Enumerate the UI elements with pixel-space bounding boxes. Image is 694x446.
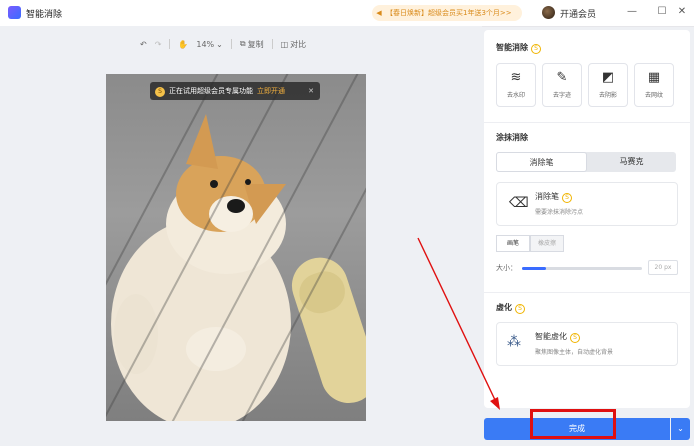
smart-blur-card[interactable]: ⁂ 智能虚化 S 聚焦图像主体，自动虚化背景	[496, 322, 678, 366]
canvas-toolbar: ↶ ↷ ✋ 14% ⌄ ⧉ 复制 ◫ 对比	[140, 36, 306, 52]
size-slider-fill	[522, 267, 546, 270]
coin-icon[interactable]: S	[515, 304, 525, 314]
copy-label: 复制	[247, 39, 264, 49]
paint-erase-title: 涂抹消除	[496, 133, 528, 142]
coin-icon: S	[155, 87, 165, 97]
brush-name-text: 消除笔	[535, 192, 559, 201]
smart-erase-title: 智能消除 S	[496, 42, 541, 54]
size-label: 大小：	[496, 264, 517, 272]
highlight-box	[530, 409, 616, 439]
title-bar: 智能消除 ◀ 【春日焕新】超级会员买1年送3个月>> 开通会员 — ☐ ✕	[0, 0, 694, 27]
remove-moire-button[interactable]: ▦ 去网纹	[634, 63, 674, 107]
paint-mode-tabs: 消除笔 马赛克	[496, 152, 676, 172]
tab-eraser-pen[interactable]: 消除笔	[496, 152, 587, 172]
brush-mode: 画笔 橡皮擦	[496, 235, 564, 252]
blur-card-name: 智能虚化 S	[535, 331, 580, 343]
promo-banner[interactable]: ◀ 【春日焕新】超级会员买1年送3个月>>	[372, 5, 522, 21]
size-value: 20	[654, 264, 663, 271]
toolbar-divider	[271, 39, 273, 49]
compare-icon: ◫	[280, 39, 289, 49]
tool-label: 去网纹	[644, 92, 663, 99]
eraser-pen-card[interactable]: ⌫ 消除笔 S 需要涂抹消除污点	[496, 182, 678, 226]
remove-handwriting-button[interactable]: ✎ 去字迹	[542, 63, 582, 107]
copy-icon: ⧉	[239, 39, 246, 48]
chevron-down-icon: ⌄	[216, 39, 223, 49]
promo-text: 【春日焕新】超级会员买1年送3个月>>	[386, 9, 512, 17]
vip-link[interactable]: 开通会员	[560, 7, 596, 20]
dog-illustration	[111, 114, 366, 421]
blur-card-name-text: 智能虚化	[535, 332, 567, 341]
tool-label: 去字迹	[552, 92, 571, 99]
compare-button[interactable]: ◫ 对比	[281, 39, 307, 50]
hand-icon[interactable]: ✋	[178, 40, 188, 49]
brush-desc: 需要涂抹消除污点	[535, 209, 584, 216]
avatar[interactable]	[542, 6, 555, 19]
trial-close-icon[interactable]: ✕	[308, 82, 314, 100]
toolbar-divider	[230, 39, 232, 49]
watermark-icon: ≋	[510, 70, 522, 85]
size-input[interactable]: 20 px	[648, 260, 678, 275]
compare-label: 对比	[290, 39, 307, 49]
tool-label: 去水印	[506, 92, 525, 99]
minimize-icon[interactable]: —	[624, 4, 640, 20]
size-slider[interactable]	[522, 267, 642, 270]
tool-label: 去阴影	[598, 92, 617, 99]
copy-button[interactable]: ⧉ 复制	[240, 39, 264, 50]
speaker-icon: ◀	[376, 9, 382, 17]
blur-icon: ⁂	[507, 334, 521, 350]
toolbar-divider	[169, 39, 171, 49]
zoom-select[interactable]: 14% ⌄	[196, 40, 222, 49]
tab-mosaic[interactable]: 马赛克	[587, 152, 676, 172]
shadow-icon: ◩	[601, 70, 615, 85]
undo-icon[interactable]: ↶	[140, 40, 147, 49]
mode-brush[interactable]: 画笔	[496, 235, 530, 252]
smart-tools: ≋ 去水印 ✎ 去字迹 ◩ 去阴影 ▦ 去网纹	[496, 63, 674, 107]
redo-icon[interactable]: ↷	[155, 40, 162, 49]
mode-eraser[interactable]: 橡皮擦	[530, 235, 564, 252]
app-logo-icon	[8, 6, 21, 19]
coin-icon: S	[562, 193, 572, 203]
section-divider	[484, 292, 690, 293]
done-dropdown-icon[interactable]: ⌄	[671, 418, 690, 440]
trial-text: 正在试用超级会员专属功能	[169, 87, 253, 95]
eraser-icon: ⌫	[509, 195, 529, 211]
remove-shadow-button[interactable]: ◩ 去阴影	[588, 63, 628, 107]
app-title: 智能消除	[26, 10, 63, 20]
trial-banner: S 正在试用超级会员专属功能 立即开通 ✕	[150, 82, 320, 100]
remove-watermark-button[interactable]: ≋ 去水印	[496, 63, 536, 107]
canvas-area: ↶ ↷ ✋ 14% ⌄ ⧉ 复制 ◫ 对比 S 正在试用超级会员专属功能 立即开…	[0, 26, 482, 446]
section-divider	[484, 122, 690, 123]
smart-erase-title-text: 智能消除	[496, 43, 528, 52]
zoom-value: 14%	[196, 39, 215, 49]
tool-panel: 智能消除 S ≋ 去水印 ✎ 去字迹 ◩ 去阴影 ▦ 去网纹 涂抹消除 消除笔 马…	[484, 30, 690, 408]
maximize-icon[interactable]: ☐	[654, 4, 670, 20]
size-unit: px	[664, 264, 672, 271]
handwriting-icon: ✎	[556, 70, 568, 85]
photo-canvas[interactable]	[106, 74, 366, 421]
coin-icon[interactable]: S	[531, 44, 541, 54]
blur-card-desc: 聚焦图像主体，自动虚化背景	[535, 349, 614, 356]
blur-title-text: 虚化	[496, 303, 512, 312]
brush-name: 消除笔 S	[535, 191, 572, 203]
close-icon[interactable]: ✕	[674, 4, 690, 20]
trial-open-link[interactable]: 立即开通	[257, 87, 285, 95]
moire-icon: ▦	[647, 70, 661, 85]
blur-title: 虚化 S	[496, 302, 525, 314]
coin-icon: S	[570, 333, 580, 343]
